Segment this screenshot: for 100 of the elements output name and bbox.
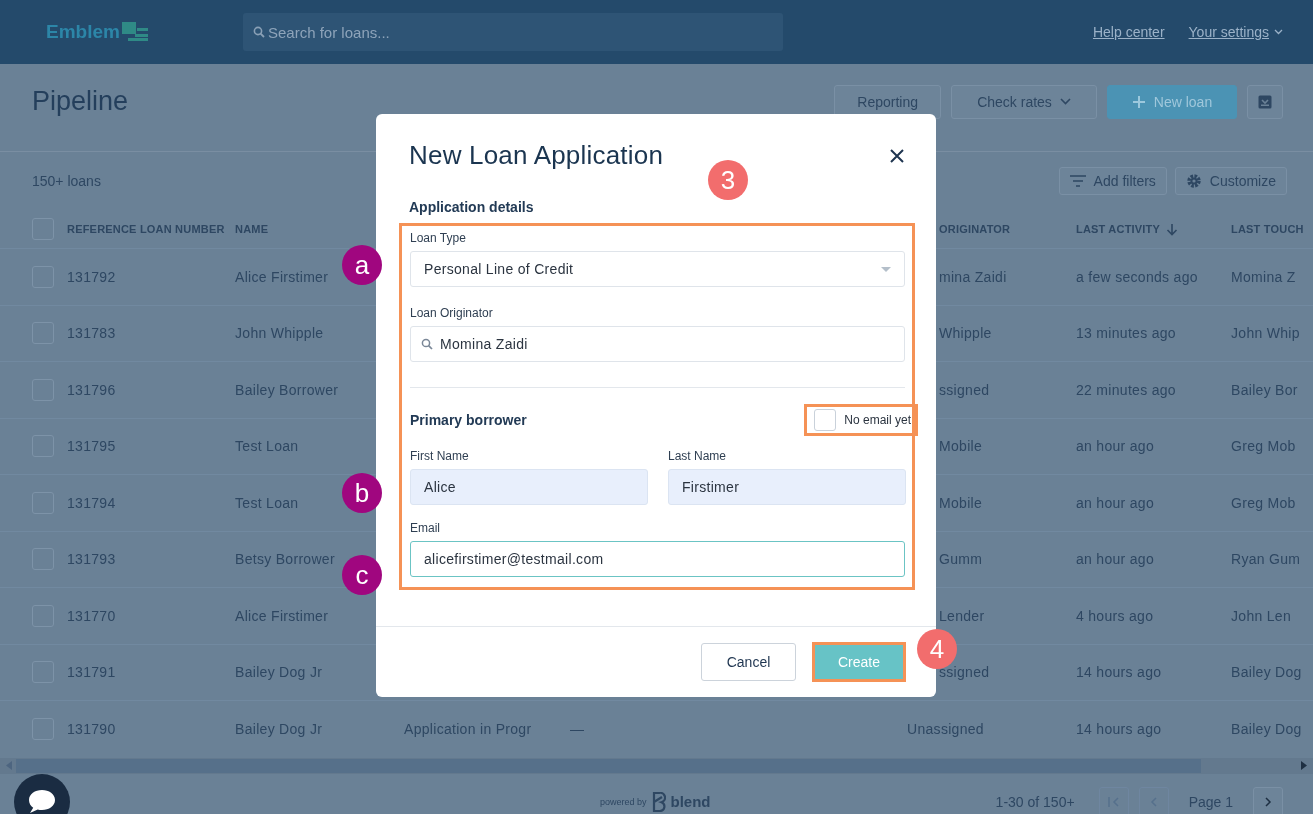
table-cell-text: 131792: [67, 268, 117, 285]
originator-field[interactable]: Momina Zaidi: [410, 326, 905, 362]
search-icon: [253, 26, 265, 38]
chat-icon[interactable]: [14, 773, 70, 814]
b-logo-icon: [651, 791, 666, 812]
table-cell-text: 131793: [67, 551, 117, 568]
page-title: Pipeline: [32, 86, 129, 117]
table-cell: Mobile: [939, 438, 983, 455]
download-icon: [1258, 94, 1272, 109]
table-cell-text: Bailey Dog Jr: [235, 664, 324, 681]
filter-icon: [1069, 175, 1086, 187]
settings-menu[interactable]: Your settings: [1188, 24, 1283, 40]
table-cell: Unassigned: [907, 720, 984, 737]
table-cell-text: Test Loan: [235, 494, 300, 511]
caret-icon: [1274, 29, 1283, 35]
step-marker: b: [342, 473, 382, 513]
sort-arrow-icon: [1166, 222, 1179, 236]
table-cell: Greg Mob: [1231, 438, 1296, 455]
loan-type-select[interactable]: Personal Line of Credit: [410, 251, 905, 287]
table-cell: Greg Mob: [1231, 494, 1296, 511]
create-button[interactable]: Create: [815, 645, 903, 679]
new-loan-button[interactable]: New loan: [1107, 84, 1237, 119]
field-label: Loan Type: [410, 231, 467, 245]
table-cell-text: 131795: [67, 438, 117, 455]
horizontal-scrollbar[interactable]: [0, 757, 1313, 774]
plus-icon: [1131, 94, 1146, 109]
section-heading: Primary borrower: [410, 412, 527, 428]
close-icon[interactable]: [890, 148, 904, 163]
first-name-field[interactable]: Alice: [410, 469, 648, 505]
table-cell: John Whip: [1231, 325, 1300, 342]
field-label: Email: [410, 521, 441, 535]
step-marker: a: [342, 245, 382, 285]
search-icon: [421, 338, 433, 350]
caret-icon: [881, 266, 891, 272]
field-label: Last Name: [668, 449, 728, 463]
table-cell-text: Alice Firstimer: [235, 607, 330, 624]
table-cell: Bailey Bor: [1231, 381, 1298, 398]
checkbox-label: No email yet: [844, 413, 911, 427]
add-filters-button[interactable]: Add filters: [1058, 167, 1167, 195]
next-page-button[interactable]: [1253, 786, 1283, 814]
table-cell: Whipple: [939, 325, 992, 342]
table-cell-text: Alice Firstimer: [235, 268, 330, 285]
scroll-right-icon[interactable]: [1301, 761, 1307, 770]
brand-name: blend: [670, 793, 711, 810]
table-cell: Mobile: [939, 494, 983, 511]
last-name-field[interactable]: Firstimer: [668, 469, 906, 505]
loan-count: 150+ loans: [32, 173, 101, 189]
table-cell: Lender: [939, 607, 985, 624]
table-cell-text: Betsy Borrower: [235, 551, 336, 568]
help-center-link[interactable]: Help center: [1092, 24, 1165, 40]
table-cell-text: 13 minutes ago: [1076, 325, 1177, 342]
cancel-button[interactable]: Cancel: [701, 643, 796, 681]
customize-button[interactable]: Customize: [1174, 167, 1287, 195]
chevron-right-icon: [1264, 796, 1272, 807]
first-page-button[interactable]: [1098, 786, 1129, 814]
column-header[interactable]: LAST TOUCH: [1231, 223, 1304, 235]
step-marker: 4: [917, 629, 957, 669]
table-cell: Momina Z: [1231, 268, 1296, 285]
table-cell: —: [570, 720, 585, 737]
table-cell-text: 14 hours ago: [1076, 720, 1163, 737]
column-header[interactable]: LAST ACTIVITY: [1076, 222, 1231, 236]
table-cell-text: Bailey Dog Jr: [235, 720, 324, 737]
table-cell: mina Zaidi: [939, 268, 1007, 285]
table-cell: John Len: [1231, 607, 1291, 624]
table-cell-text: a few seconds ago: [1076, 268, 1199, 285]
field-label: First Name: [410, 449, 470, 463]
inbox-button[interactable]: [1247, 84, 1283, 119]
table-cell-text: 14 hours ago: [1076, 664, 1163, 681]
table-cell: ssigned: [939, 381, 990, 398]
table-cell-text: 131794: [67, 494, 117, 511]
gear-icon: [1185, 173, 1202, 189]
table-cell-text: Test Loan: [235, 438, 300, 455]
table-cell: Ryan Gum: [1231, 551, 1301, 568]
table-cell-text: an hour ago: [1076, 438, 1156, 455]
column-header[interactable]: REFERENCE LOAN NUMBER: [67, 223, 235, 235]
table-cell-text: 4 hours ago: [1076, 607, 1155, 624]
search-field[interactable]: Search for loans...: [243, 13, 783, 51]
caret-icon: [1059, 98, 1071, 105]
table-cell-text: 131770: [67, 607, 117, 624]
table-cell-text: Bailey Borrower: [235, 381, 340, 398]
check-rates-button[interactable]: Check rates: [951, 84, 1097, 119]
table-cell: Application in Progr: [404, 720, 532, 737]
table-cell-text: 131790: [67, 720, 117, 737]
table-cell: Gumm: [939, 551, 983, 568]
previous-page-button[interactable]: [1138, 786, 1169, 814]
table-cell: Bailey Dog: [1231, 664, 1302, 681]
email-field[interactable]: alicefirstimer@testmail.com: [410, 541, 905, 577]
table-cell-text: 131791: [67, 664, 117, 681]
dialog-title: New Loan Application: [409, 140, 664, 171]
field-label: Loan Originator: [410, 306, 494, 320]
table-cell-text: 22 minutes ago: [1076, 381, 1177, 398]
no-email-checkbox[interactable]: [814, 409, 837, 431]
table-cell-text: an hour ago: [1076, 551, 1156, 568]
result-range: 1-30 of 150+: [995, 793, 1075, 810]
table-cell-text: 131783: [67, 325, 117, 342]
table-cell-text: John Whipple: [235, 325, 325, 342]
table-cell-text: 131796: [67, 381, 117, 398]
table-cell: Bailey Dog: [1231, 720, 1302, 737]
logo[interactable]: Emblem: [46, 21, 120, 43]
step-marker: c: [342, 555, 382, 595]
